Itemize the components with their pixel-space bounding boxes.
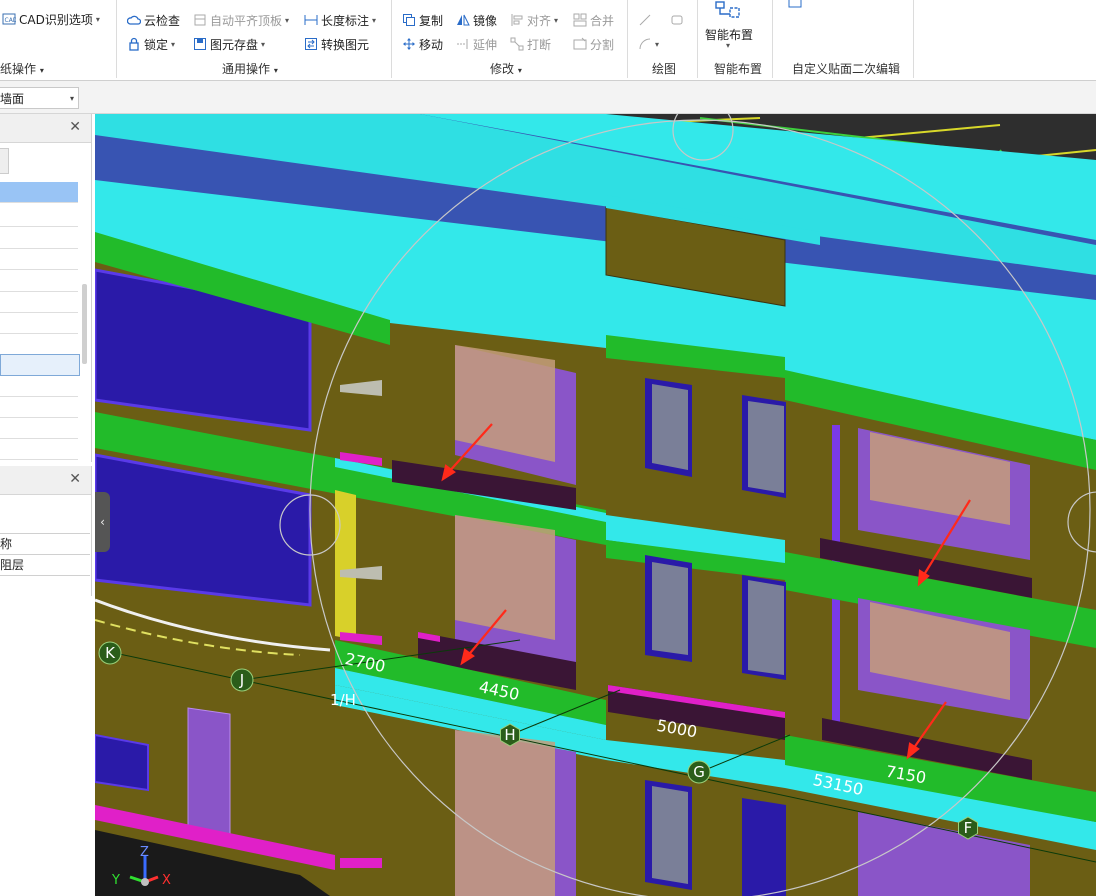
cloud-check-button[interactable]: 云检查	[127, 11, 180, 29]
cloud-icon	[127, 13, 141, 27]
list-item[interactable]	[0, 206, 78, 227]
group-separator	[627, 0, 628, 78]
floor-select[interactable]: 墙面 ▾	[0, 87, 79, 109]
group-separator	[913, 0, 914, 78]
group-separator	[116, 0, 117, 78]
break-icon	[510, 37, 524, 51]
auto-level-slab-button[interactable]: 自动平齐顶板 ▾	[193, 11, 289, 29]
chevron-down-icon: ▾	[554, 15, 559, 25]
chevron-down-icon: ▾	[655, 39, 660, 49]
dimension-icon	[304, 13, 318, 27]
face-icon	[788, 0, 802, 8]
merge-icon	[573, 13, 587, 27]
mirror-button[interactable]: 镜像	[456, 11, 497, 29]
3d-viewport[interactable]: K J 1/H H G F 2700 4450 5000 7150 53150 ZYX	[95, 114, 1096, 896]
chevron-down-icon: ▾	[285, 15, 290, 25]
cad-option-button[interactable]: CAD CAD识别选项 ▾	[2, 10, 100, 28]
align-icon	[510, 13, 524, 27]
lock-button[interactable]: 锁定 ▾	[127, 35, 175, 53]
split-icon	[573, 37, 587, 51]
rectangle-icon	[670, 13, 684, 27]
group-label-modify: 修改 ▾	[490, 62, 522, 76]
close-icon[interactable]: ✕	[69, 119, 81, 135]
secondary-toolbar: 墙面 ▾	[0, 81, 1096, 114]
list-item[interactable]	[0, 376, 78, 397]
group-label-draw: 绘图	[652, 62, 677, 76]
chevron-down-icon: ▾	[171, 39, 176, 49]
move-button[interactable]: 移动	[402, 35, 443, 53]
length-dimension-button[interactable]: 长度标注 ▾	[304, 11, 376, 29]
draw-arc-button[interactable]: ▾	[638, 35, 659, 53]
panel-header: ✕	[0, 466, 91, 495]
group-label-custom-edit: 自定义贴面二次编辑	[792, 62, 901, 76]
move-icon	[402, 37, 416, 51]
search-input[interactable]	[0, 148, 9, 174]
arc-icon	[638, 37, 652, 51]
smart-layout-button[interactable]: 智能布置 ▾	[705, 0, 755, 56]
group-separator	[697, 0, 698, 78]
close-icon[interactable]: ✕	[69, 471, 81, 487]
copy-button[interactable]: 复制	[402, 11, 443, 29]
draw-line-button[interactable]	[638, 11, 652, 29]
chevron-left-icon: ‹	[100, 515, 105, 529]
extend-icon	[456, 37, 470, 51]
element-save-button[interactable]: 图元存盘 ▾	[193, 35, 265, 53]
mirror-icon	[456, 13, 470, 27]
chevron-down-icon: ▾	[69, 93, 74, 103]
panel-header: ✕	[0, 114, 91, 143]
list-item[interactable]	[0, 418, 78, 439]
group-label-common-ops: 通用操作 ▾	[222, 62, 278, 76]
list-item[interactable]	[0, 439, 78, 460]
chevron-down-icon: ▾	[726, 41, 731, 50]
collapse-panel-tab[interactable]: ‹	[95, 492, 110, 552]
cad-icon: CAD	[2, 12, 16, 26]
list-item[interactable]	[0, 313, 78, 334]
ribbon: CAD CAD识别选项 ▾ 纸操作 ▾ 云检查 自动平齐顶板 ▾ 长度标注 ▾ …	[0, 0, 1096, 81]
property-row[interactable]: 称	[0, 533, 90, 555]
chevron-down-icon: ▾	[261, 39, 266, 49]
list-item[interactable]	[0, 182, 78, 203]
group-separator	[391, 0, 392, 78]
group-separator	[772, 0, 773, 78]
group-label-left: 纸操作 ▾	[0, 62, 44, 76]
floor-select-value: 墙面	[0, 91, 25, 106]
align-button[interactable]: 对齐 ▾	[510, 11, 558, 29]
svg-text:CAD: CAD	[5, 17, 17, 24]
custom-face-button[interactable]	[788, 0, 802, 10]
level-slab-icon	[193, 13, 207, 27]
line-icon	[638, 13, 652, 27]
convert-element-button[interactable]: 转换图元	[304, 35, 369, 53]
building-model	[95, 114, 1096, 896]
list-item[interactable]	[0, 249, 78, 270]
list-item[interactable]	[0, 271, 78, 292]
list-item[interactable]	[0, 397, 78, 418]
property-row[interactable]: 阻层	[0, 554, 90, 576]
element-list-panel: ✕	[0, 114, 92, 462]
cad-option-label: CAD识别选项	[19, 12, 93, 27]
split-button[interactable]: 分割	[573, 35, 614, 53]
smart-layout-icon	[713, 0, 743, 23]
group-label-smart-layout: 智能布置	[714, 62, 763, 76]
properties-panel: ✕ 称 阻层	[0, 466, 92, 596]
break-button[interactable]: 打断	[510, 35, 551, 53]
list-item[interactable]	[0, 354, 80, 376]
convert-icon	[304, 37, 318, 51]
extend-button[interactable]: 延伸	[456, 35, 497, 53]
scrollbar[interactable]	[82, 284, 87, 364]
chevron-down-icon: ▾	[95, 14, 100, 24]
lock-icon	[127, 37, 141, 51]
draw-rect-button[interactable]	[670, 11, 684, 29]
merge-button[interactable]: 合并	[573, 11, 614, 29]
chevron-down-icon: ▾	[372, 15, 377, 25]
copy-icon	[402, 13, 416, 27]
save-element-icon	[193, 37, 207, 51]
list-item[interactable]	[0, 228, 78, 249]
list-item[interactable]	[0, 292, 78, 313]
